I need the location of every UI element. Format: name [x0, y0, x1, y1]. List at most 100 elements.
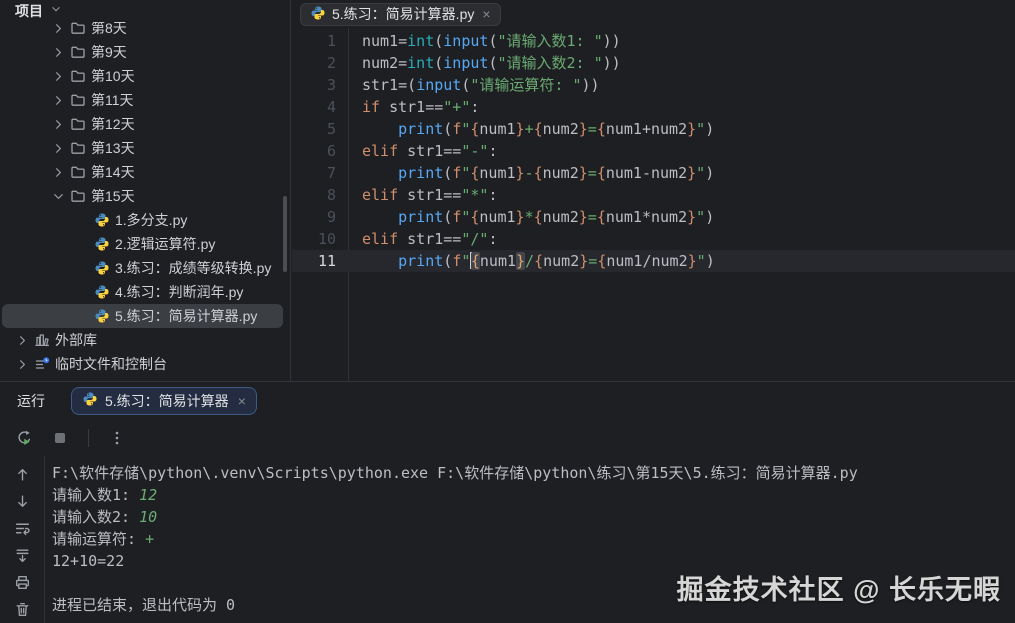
code-text: num1=int(input("请输入数1: "))	[362, 32, 621, 50]
watermark: 掘金技术社区 @ 长乐无暇	[676, 575, 1001, 605]
editor-tab[interactable]: 5.练习：简易计算器.py ×	[300, 2, 501, 26]
arrow-up-icon[interactable]	[10, 462, 34, 486]
folder-icon	[68, 68, 88, 84]
run-toolbar	[0, 419, 1015, 456]
code-line-1: 1 num1=int(input("请输入数1: "))	[292, 30, 1015, 52]
code-editor[interactable]: 1 num1=int(input("请输入数1: ")) 2 num2=int(inp…	[292, 28, 1015, 381]
soft-wrap-icon[interactable]	[10, 516, 34, 540]
tree-item-label: 第9天	[91, 44, 127, 60]
tree-item-3.练习：成绩等级转换.py[interactable]: 3.练习：成绩等级转换.py	[0, 256, 290, 280]
code-line-8: 8 elif str1=="*":	[292, 184, 1015, 206]
chevron-right-icon[interactable]	[48, 165, 68, 180]
code-text: print(f"{num1}-{num2}={num1-num2}")	[398, 164, 715, 182]
library-icon	[32, 332, 52, 348]
tree-scrollbar[interactable]	[283, 196, 287, 272]
rerun-icon[interactable]	[12, 426, 36, 450]
tree-item-1.多分支.py[interactable]: 1.多分支.py	[0, 208, 290, 232]
chevron-right-icon[interactable]	[12, 333, 32, 348]
tree-item-label: 2.逻辑运算符.py	[115, 236, 216, 252]
line-number: 11	[317, 252, 336, 270]
tree-item-label: 4.练习：判断润年.py	[115, 284, 244, 300]
editor-tab-bar: 5.练习：简易计算器.py ×	[292, 0, 1015, 28]
folder-icon	[68, 188, 88, 204]
console-line: 请输运算符: +	[52, 530, 155, 548]
folder-icon	[68, 44, 88, 60]
folder-icon	[68, 20, 88, 36]
close-icon[interactable]: ×	[238, 393, 246, 409]
python-icon	[310, 5, 326, 24]
code-text: num2=int(input("请输入数2: "))	[362, 54, 621, 72]
code-text: elif str1=="*":	[362, 186, 498, 204]
chevron-right-icon[interactable]	[48, 69, 68, 84]
chevron-right-icon[interactable]	[48, 141, 68, 156]
tree-item-label: 第15天	[91, 188, 135, 204]
tree-item-临时文件和控制台[interactable]: 临时文件和控制台	[0, 352, 290, 376]
editor-area: 5.练习：简易计算器.py × 1 num1=int(input("请输入数1: …	[292, 0, 1015, 381]
line-number: 5	[326, 120, 336, 138]
code-line-9: 9 print(f"{num1}*{num2}={num1*num2}")	[292, 206, 1015, 228]
stop-icon[interactable]	[48, 426, 72, 450]
code-line-10: 10 elif str1=="/":	[292, 228, 1015, 250]
toolbar-separator	[88, 428, 89, 447]
chevron-right-icon[interactable]	[12, 357, 32, 372]
tree-item-4.练习：判断润年.py[interactable]: 4.练习：判断润年.py	[0, 280, 290, 304]
tree-item-第14天[interactable]: 第14天	[0, 160, 290, 184]
python-icon	[92, 212, 112, 228]
close-icon[interactable]: ×	[482, 6, 490, 22]
chevron-right-icon[interactable]	[48, 117, 68, 132]
tree-item-5.练习：简易计算器.py[interactable]: 5.练习：简易计算器.py	[0, 304, 290, 328]
tree-item-第10天[interactable]: 第10天	[0, 64, 290, 88]
print-icon[interactable]	[10, 570, 34, 594]
code-text: elif str1=="/":	[362, 230, 498, 248]
tree-item-label: 临时文件和控制台	[55, 356, 167, 372]
code-line-6: 6 elif str1=="-":	[292, 140, 1015, 162]
scratches-icon	[32, 356, 52, 372]
line-number: 8	[326, 186, 336, 204]
clear-console-icon[interactable]	[10, 597, 34, 621]
code-line-7: 7 print(f"{num1}-{num2}={num1-num2}")	[292, 162, 1015, 184]
python-icon	[92, 236, 112, 252]
tree-item-第12天[interactable]: 第12天	[0, 112, 290, 136]
tree-item-第11天[interactable]: 第11天	[0, 88, 290, 112]
line-number: 7	[326, 164, 336, 182]
chevron-right-icon[interactable]	[48, 45, 68, 60]
project-tree: 第8天 第9天 第10天 第11天 第12天 第13天 第14天 第15天 1.多分支.py 2.…	[0, 16, 290, 376]
scroll-to-end-icon[interactable]	[10, 543, 34, 567]
code-line-11: 11 print(f"{num1}/{num2}={num1/num2}")	[292, 250, 1015, 272]
code-text: str1=(input("请输运算符: "))	[362, 76, 600, 94]
tree-item-外部库[interactable]: 外部库	[0, 328, 290, 352]
project-header[interactable]: 项目	[0, 0, 290, 22]
line-number: 4	[326, 98, 336, 116]
console-line: 请输入数1: 12	[52, 486, 158, 504]
tree-item-label: 5.练习：简易计算器.py	[115, 308, 258, 324]
console-line: F:\软件存储\python\.venv\Scripts\python.exe …	[52, 464, 858, 482]
console-line: 请输入数2: 10	[52, 508, 158, 526]
tree-item-label: 第10天	[91, 68, 135, 84]
line-number: 1	[326, 32, 336, 50]
tree-item-第9天[interactable]: 第9天	[0, 40, 290, 64]
run-tab[interactable]: 5.练习：简易计算器 ×	[71, 386, 257, 415]
chevron-down-icon	[49, 2, 63, 21]
folder-icon	[68, 116, 88, 132]
arrow-down-icon[interactable]	[10, 489, 34, 513]
line-number: 6	[326, 142, 336, 160]
tree-item-label: 第14天	[91, 164, 135, 180]
tree-item-第15天[interactable]: 第15天	[0, 184, 290, 208]
tree-item-第13天[interactable]: 第13天	[0, 136, 290, 160]
chevron-right-icon[interactable]	[48, 93, 68, 108]
code-line-2: 2 num2=int(input("请输入数2: "))	[292, 52, 1015, 74]
run-title: 运行	[17, 392, 45, 409]
python-icon	[92, 260, 112, 276]
chevron-down-icon[interactable]	[48, 189, 68, 204]
tree-item-label: 第12天	[91, 116, 135, 132]
more-options-icon[interactable]	[105, 426, 129, 450]
tree-item-label: 1.多分支.py	[115, 212, 188, 228]
line-number: 3	[326, 76, 336, 94]
folder-icon	[68, 92, 88, 108]
project-tool-window: 第8天 第9天 第10天 第11天 第12天 第13天 第14天 第15天 1.多分支.py 2.…	[0, 0, 291, 381]
chevron-right-icon[interactable]	[48, 21, 68, 36]
code-text: print(f"{num1}/{num2}={num1/num2}")	[398, 252, 715, 270]
editor-tab-label: 5.练习：简易计算器.py	[332, 6, 475, 22]
tree-item-2.逻辑运算符.py[interactable]: 2.逻辑运算符.py	[0, 232, 290, 256]
code-line-3: 3 str1=(input("请输运算符: "))	[292, 74, 1015, 96]
